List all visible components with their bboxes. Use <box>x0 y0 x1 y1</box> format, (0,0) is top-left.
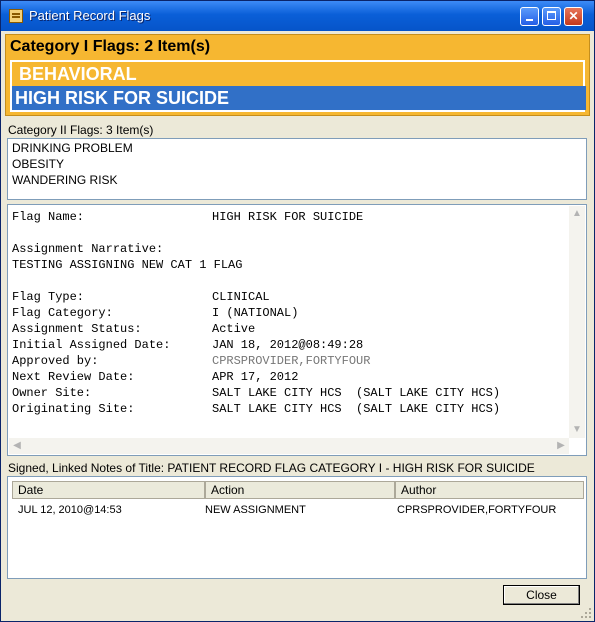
close-icon: ✕ <box>568 9 579 23</box>
detail-flag-type: Flag Type: CLINICAL <box>12 290 270 304</box>
linked-notes-table[interactable]: Date Action Author JUL 12, 2010@14:53 NE… <box>7 476 587 579</box>
detail-horizontal-scrollbar[interactable]: ◀ ▶ <box>9 438 569 454</box>
category1-list[interactable]: BEHAVIORAL HIGH RISK FOR SUICIDE <box>10 60 586 112</box>
category1-heading: Category I Flags: 2 Item(s) <box>10 38 211 55</box>
detail-narrative: TESTING ASSIGNING NEW CAT 1 FLAG <box>12 258 243 272</box>
row-action: NEW ASSIGNMENT <box>205 504 306 516</box>
category2-item[interactable]: WANDERING RISK <box>12 173 118 187</box>
detail-assigned-date: Initial Assigned Date: JAN 18, 2012@08:49… <box>12 338 364 352</box>
detail-assignment-status: Assignment Status: Active <box>12 322 256 336</box>
category1-item-behavioral[interactable]: BEHAVIORAL <box>16 62 579 86</box>
detail-flag-category: Flag Category: I (NATIONAL) <box>12 306 299 320</box>
column-header-date[interactable]: Date <box>12 481 205 499</box>
close-button[interactable]: Close <box>503 585 580 605</box>
scroll-up-icon[interactable]: ▲ <box>569 206 585 222</box>
category2-item[interactable]: DRINKING PROBLEM <box>12 141 133 155</box>
minimize-button[interactable] <box>520 7 539 26</box>
detail-originating-site: Originating Site: SALT LAKE CITY HCS (SAL… <box>12 402 501 416</box>
app-icon <box>9 9 23 23</box>
category2-heading: Category II Flags: 3 Item(s) <box>8 123 154 137</box>
title-bar[interactable]: Patient Record Flags ✕ <box>1 1 594 31</box>
detail-review-date: Next Review Date: APR 17, 2012 <box>12 370 299 384</box>
detail-narrative-label: Assignment Narrative: <box>12 242 164 256</box>
scroll-left-icon[interactable]: ◀ <box>9 438 25 454</box>
category1-item-high-risk-suicide[interactable]: HIGH RISK FOR SUICIDE <box>12 86 586 110</box>
patient-record-flags-window: Patient Record Flags ✕ Category I Flags:… <box>0 0 595 622</box>
category2-list[interactable]: DRINKING PROBLEM OBESITY WANDERING RISK <box>7 138 587 200</box>
column-header-author[interactable]: Author <box>395 481 584 499</box>
linked-notes-heading: Signed, Linked Notes of Title: PATIENT R… <box>8 461 535 475</box>
detail-approved-by: Approved by: CPRSPROVIDER,FORTYFOUR <box>12 354 371 368</box>
detail-vertical-scrollbar[interactable]: ▲ ▼ <box>569 206 585 438</box>
resize-grip-icon[interactable] <box>581 608 591 618</box>
detail-flag-name: Flag Name: HIGH RISK FOR SUICIDE <box>12 210 364 224</box>
minimize-icon <box>526 19 533 21</box>
maximize-icon <box>547 11 556 20</box>
close-window-button[interactable]: ✕ <box>564 7 583 26</box>
window-title: Patient Record Flags <box>29 8 151 23</box>
row-date: JUL 12, 2010@14:53 <box>18 504 122 516</box>
category1-panel: Category I Flags: 2 Item(s) BEHAVIORAL H… <box>5 34 590 116</box>
flag-detail-panel[interactable]: Flag Name: HIGH RISK FOR SUICIDE Assignme… <box>7 204 587 456</box>
row-author: CPRSPROVIDER,FORTYFOUR <box>397 504 557 516</box>
category2-item[interactable]: OBESITY <box>12 157 64 171</box>
maximize-button[interactable] <box>542 7 561 26</box>
scroll-down-icon[interactable]: ▼ <box>569 422 585 438</box>
detail-owner-site: Owner Site: SALT LAKE CITY HCS (SALT LAKE… <box>12 386 501 400</box>
column-header-action[interactable]: Action <box>205 481 395 499</box>
scroll-right-icon[interactable]: ▶ <box>553 438 569 454</box>
